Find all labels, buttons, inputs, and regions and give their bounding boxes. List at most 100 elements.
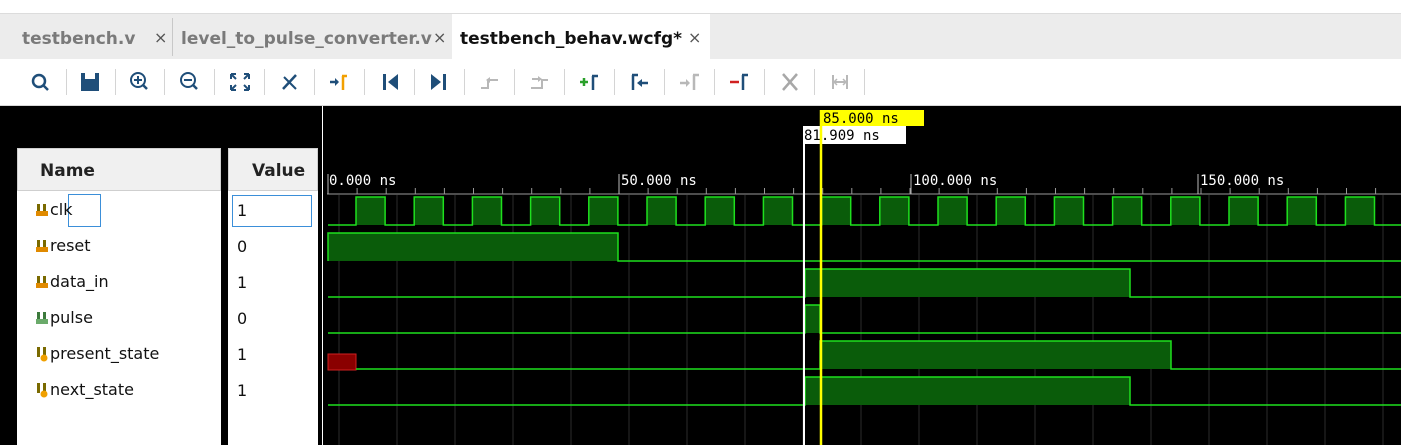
go-to-cursor-icon[interactable] <box>325 69 353 95</box>
clock-high-pulse <box>938 197 968 225</box>
undefined-value-fill <box>327 353 357 371</box>
clock-high-pulse <box>647 197 677 225</box>
toolbar-separator <box>314 69 315 95</box>
clock-high-pulse <box>588 197 618 225</box>
clock-high-pulse <box>414 197 444 225</box>
toolbar-separator <box>714 69 715 95</box>
waveform-present-state[interactable] <box>327 340 1401 371</box>
signal-row-pulse[interactable]: pulse <box>17 301 221 337</box>
clock-high-pulse <box>821 197 851 225</box>
value-row-reset[interactable]: 0 <box>228 229 318 265</box>
output-signal-icon <box>36 312 48 324</box>
cursor-time-label: 85.000 ns <box>823 111 899 127</box>
signal-value: 1 <box>237 273 248 292</box>
delete-all-markers-icon[interactable] <box>776 69 804 95</box>
signal-name: present_state <box>50 344 160 363</box>
waveform-canvas[interactable]: 0.000 ns 50.000 ns 100.000 ns 150.000 ns <box>323 106 1401 445</box>
name-column-header[interactable]: Name <box>17 148 221 191</box>
tab-testbench-v[interactable]: testbench.v × <box>14 14 172 60</box>
zoom-fit-icon[interactable] <box>226 69 254 95</box>
value-row-present-state[interactable]: 1 <box>228 337 318 373</box>
signal-row-present-state[interactable]: present_state <box>17 337 221 373</box>
high-level-fill <box>328 233 618 261</box>
value-row-pulse[interactable]: 0 <box>228 301 318 337</box>
signal-name: reset <box>50 236 91 255</box>
ruler-tick-label: 150.000 ns <box>1200 173 1284 189</box>
ruler-tick-label: 0.000 ns <box>329 173 396 189</box>
clock-high-pulse <box>1345 197 1375 225</box>
waveform-viewer[interactable]: 0.000 ns 50.000 ns 100.000 ns 150.000 ns <box>323 106 1401 445</box>
swap-cursors-icon[interactable] <box>826 69 854 95</box>
clock-high-pulse <box>472 197 502 225</box>
tab-label: testbench_behav.wcfg* <box>460 29 683 49</box>
toolbar-separator <box>214 69 215 95</box>
next-transition-icon[interactable] <box>526 69 554 95</box>
toolbar-separator <box>514 69 515 95</box>
signal-name: data_in <box>50 272 109 291</box>
close-icon[interactable]: × <box>154 28 167 47</box>
go-to-time-zero-icon[interactable] <box>376 69 404 95</box>
close-icon[interactable]: × <box>688 28 701 47</box>
search-icon[interactable] <box>28 69 56 95</box>
previous-marker-icon[interactable] <box>626 69 654 95</box>
signal-name: next_state <box>50 380 134 399</box>
clock-high-pulse <box>1170 197 1200 225</box>
toolbar-separator <box>464 69 465 95</box>
signal-row-reset[interactable]: reset <box>17 229 221 265</box>
signal-value: 1 <box>237 345 248 364</box>
name-header-label: Name <box>40 161 95 181</box>
clock-high-pulse <box>1112 197 1142 225</box>
waveform-pulse[interactable] <box>328 304 1401 334</box>
ruler-tick-label: 100.000 ns <box>913 173 997 189</box>
value-row-next-state[interactable]: 1 <box>228 373 318 409</box>
go-to-last-time-icon[interactable] <box>425 69 453 95</box>
signal-trace <box>328 304 1401 334</box>
clock-high-pulse <box>705 197 735 225</box>
toolbar-separator <box>66 69 67 95</box>
editor-tab-bar: testbench.v × level_to_pulse_converter.v… <box>0 13 1401 60</box>
toolbar-separator <box>814 69 815 95</box>
toolbar-separator <box>264 69 265 95</box>
window-top-strip <box>0 0 1401 13</box>
toolbar-separator <box>164 69 165 95</box>
add-marker-icon[interactable] <box>576 69 604 95</box>
waveform-next-state[interactable] <box>328 376 1401 406</box>
save-icon[interactable] <box>77 69 105 95</box>
previous-transition-icon[interactable] <box>476 69 504 95</box>
clock-high-pulse <box>1054 197 1084 225</box>
signal-row-data-in[interactable]: data_in <box>17 265 221 301</box>
zoom-out-icon[interactable] <box>176 69 204 95</box>
close-icon[interactable]: × <box>433 28 446 47</box>
bit-signal-icon <box>36 276 48 288</box>
signal-row-clk[interactable]: clk <box>17 193 221 229</box>
bit-signal-icon <box>36 204 48 216</box>
clock-high-pulse <box>879 197 909 225</box>
tab-level-to-pulse-converter-v[interactable]: level_to_pulse_converter.v × <box>173 14 451 60</box>
value-row-clk[interactable]: 1 <box>228 193 318 229</box>
toolbar-separator <box>364 69 365 95</box>
tab-label: testbench.v <box>22 29 136 49</box>
waveform-toolbar <box>0 59 1401 106</box>
zoom-in-icon[interactable] <box>126 69 154 95</box>
signal-row-next-state[interactable]: next_state <box>17 373 221 409</box>
delete-marker-icon[interactable] <box>726 69 754 95</box>
marker-time-label: 81.909 ns <box>804 128 880 144</box>
tab-testbench-behav-wcfg[interactable]: testbench_behav.wcfg* × <box>452 14 710 60</box>
next-marker-icon[interactable] <box>676 69 704 95</box>
waveform-data-in[interactable] <box>328 268 1401 298</box>
signal-name: pulse <box>50 308 93 327</box>
clock-high-pulse <box>356 197 386 225</box>
signal-value: 0 <box>237 309 248 328</box>
waveform-clk[interactable] <box>328 196 1401 226</box>
waveform-reset[interactable] <box>327 232 1401 262</box>
clock-high-pulse <box>763 197 793 225</box>
toolbar-separator <box>414 69 415 95</box>
ruler: 0.000 ns 50.000 ns 100.000 ns 150.000 ns <box>327 173 1401 195</box>
internal-signal-icon <box>37 383 48 398</box>
signal-value-list: 1 0 1 0 1 1 <box>228 191 318 445</box>
snap-icon[interactable] <box>276 69 304 95</box>
value-column-header[interactable]: Value <box>228 148 318 191</box>
value-row-data-in[interactable]: 1 <box>228 265 318 301</box>
bit-signal-icon <box>36 240 48 252</box>
toolbar-separator <box>614 69 615 95</box>
